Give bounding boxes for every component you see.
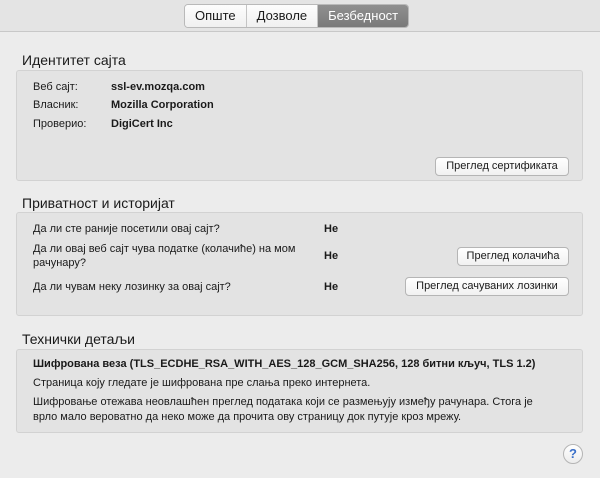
passwords-question: Да ли чувам неку лозинку за овај сајт? — [33, 281, 231, 293]
help-button[interactable]: ? — [563, 444, 583, 464]
technical-details-title: Технички детаљи — [22, 331, 135, 347]
toolbar: Опште Дозволе Безбедност — [0, 0, 600, 32]
visited-question: Да ли сте раније посетили овај сајт? — [33, 223, 220, 235]
cookies-question-line1: Да ли овај веб сајт чува податке (колачи… — [33, 243, 296, 255]
view-saved-passwords-button[interactable]: Преглед сачуваних лозинки — [405, 277, 569, 296]
tab-permissions[interactable]: Дозволе — [246, 5, 319, 27]
tab-bar: Опште Дозволе Безбедност — [184, 4, 410, 28]
site-identity-title: Идентитет сајта — [22, 52, 126, 68]
help-icon: ? — [569, 446, 577, 461]
tab-general[interactable]: Опште — [185, 5, 247, 27]
owner-label: Власник: — [33, 99, 79, 111]
verifier-value: DigiCert Inc — [111, 118, 173, 130]
privacy-history-box: Да ли сте раније посетили овај сајт? Не … — [16, 212, 583, 316]
cookies-answer: Не — [324, 250, 339, 262]
tab-security[interactable]: Безбедност — [318, 5, 409, 27]
passwords-answer: Не — [324, 281, 339, 293]
cookies-question-line2: рачунару? — [33, 257, 87, 269]
privacy-history-title: Приватност и историјат — [22, 195, 175, 211]
view-cookies-button[interactable]: Преглед колачића — [457, 247, 569, 266]
site-identity-box: Веб сајт: ssl-ev.mozqa.com Власник: Mozi… — [16, 70, 583, 181]
encryption-explanation-line1: Шифровање отежава неовлашћен преглед под… — [33, 396, 533, 408]
encrypted-note: Страница коју гледате је шифрована пре с… — [33, 377, 371, 389]
encryption-explanation-line2: врло мало вероватно да неко може да проч… — [33, 411, 462, 423]
visited-answer: Не — [324, 223, 339, 235]
verifier-label: Проверио: — [33, 118, 87, 130]
technical-details-box: Шифрована веза (TLS_ECDHE_RSA_WITH_AES_1… — [16, 349, 583, 433]
website-label: Веб сајт: — [33, 81, 78, 93]
website-value: ssl-ev.mozqa.com — [111, 81, 205, 93]
view-certificate-button[interactable]: Преглед сертификата — [435, 157, 569, 176]
connection-heading: Шифрована веза (TLS_ECDHE_RSA_WITH_AES_1… — [33, 358, 536, 370]
owner-value: Mozilla Corporation — [111, 99, 214, 111]
